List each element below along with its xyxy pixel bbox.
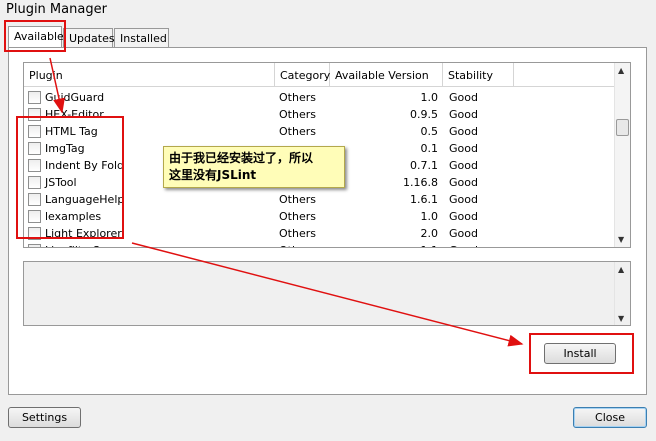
annotation-arrows: [49, 57, 524, 347]
arrow-tab-to-plugins: [49, 57, 65, 114]
arrow-plugins-to-install: [131, 242, 524, 347]
